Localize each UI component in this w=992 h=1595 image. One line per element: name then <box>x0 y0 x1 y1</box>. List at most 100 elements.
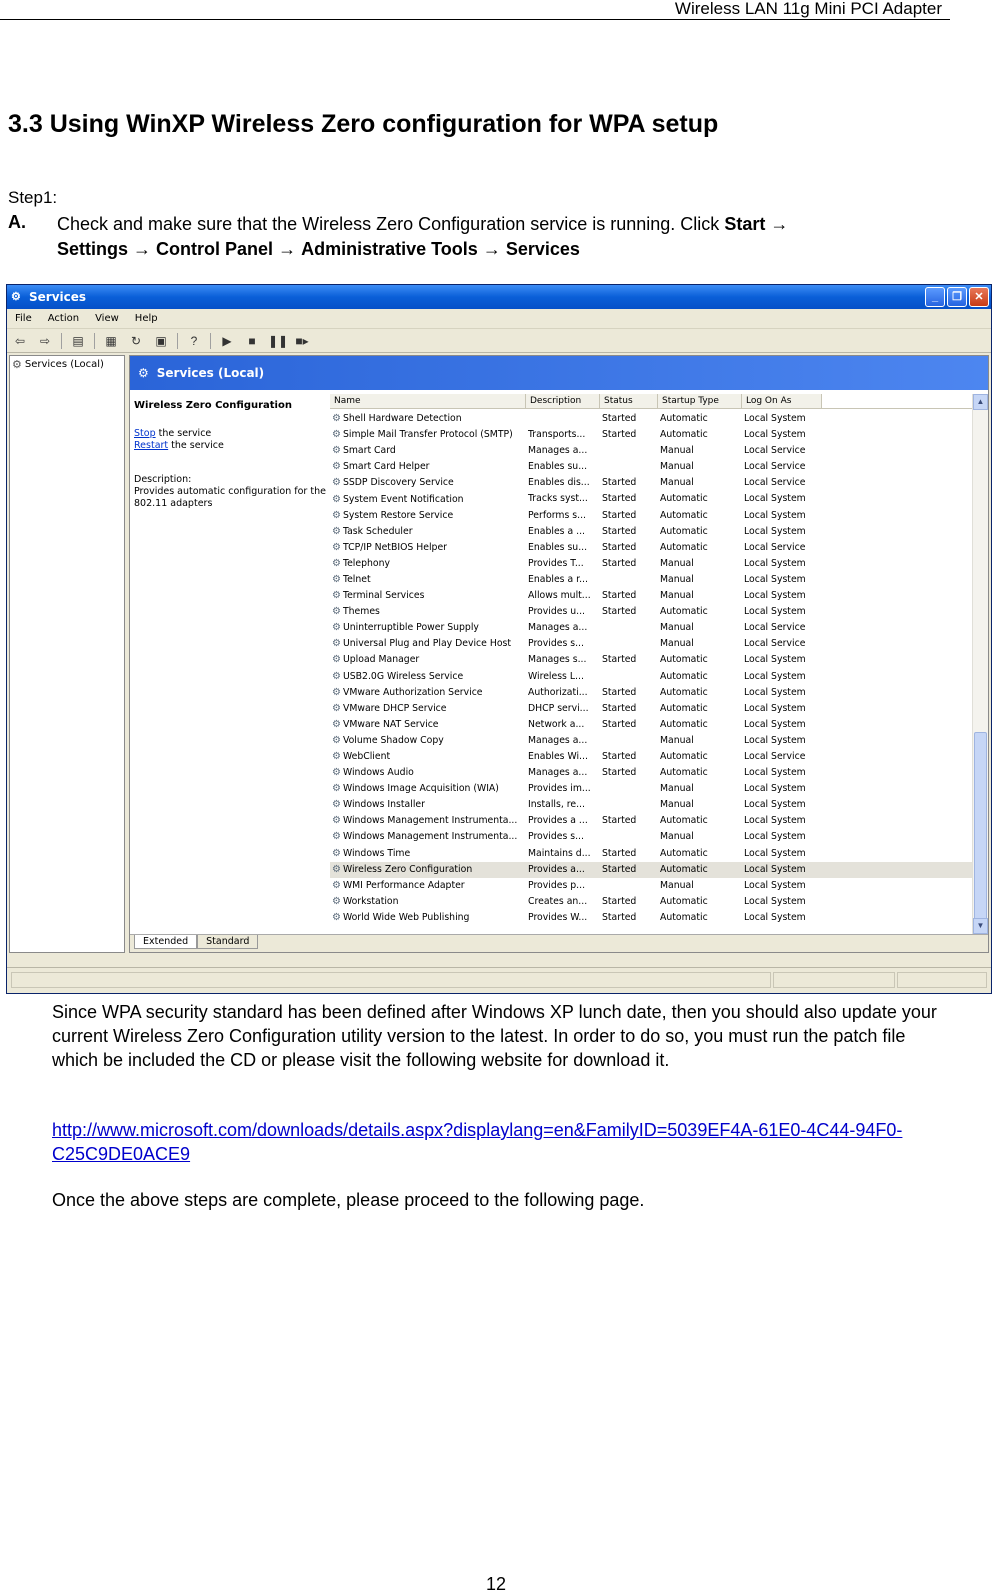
window-title: Services <box>29 290 87 304</box>
service-row[interactable]: ⚙ Windows Installer Installs, re... Manual L… <box>330 797 972 813</box>
service-name-cell: ⚙ Smart Card <box>330 443 526 459</box>
show-hide-tree-icon[interactable]: ▤ <box>69 332 87 350</box>
menu-view[interactable]: View <box>95 313 119 324</box>
menu-file[interactable]: File <box>15 313 32 324</box>
service-description-cell: Enables a ... <box>528 525 585 537</box>
service-row[interactable]: ⚙ World Wide Web Publishing Provides W... S… <box>330 910 972 926</box>
service-name-cell: ⚙ Wireless Zero Configuration <box>330 862 526 878</box>
column-log-on-as[interactable]: Log On As <box>742 394 822 408</box>
service-gear-icon: ⚙ <box>332 590 341 602</box>
pause-service-icon[interactable]: ❚❚ <box>268 332 288 350</box>
service-row[interactable]: ⚙ Shell Hardware Detection Started Automati… <box>330 411 972 427</box>
service-row[interactable]: ⚙ TCP/IP NetBIOS Helper Enables su... Start… <box>330 540 972 556</box>
service-row[interactable]: ⚙ Uninterruptible Power Supply Manages a..… <box>330 620 972 636</box>
start-service-icon[interactable]: ▶ <box>218 332 236 350</box>
toolbar-separator <box>61 332 62 349</box>
service-name-cell: ⚙ Uninterruptible Power Supply <box>330 620 526 636</box>
tab-extended[interactable]: Extended <box>134 935 198 949</box>
service-name-cell: ⚙ System Event Notification <box>330 491 526 507</box>
service-row[interactable]: ⚙ USB2.0G Wireless Service Wireless L... Au… <box>330 669 972 685</box>
minimize-button[interactable]: _ <box>925 287 945 307</box>
service-logon-cell: Local Service <box>744 638 806 650</box>
service-row[interactable]: ⚙ Task Scheduler Enables a ... Started Autom… <box>330 524 972 540</box>
service-startup-cell: Automatic <box>660 911 708 923</box>
menu-help[interactable]: Help <box>135 313 158 324</box>
service-status-cell: Started <box>602 493 637 505</box>
scroll-thumb[interactable] <box>974 732 987 922</box>
export-list-icon[interactable]: ▣ <box>152 332 170 350</box>
forward-icon[interactable]: ⇨ <box>36 332 54 350</box>
restore-button[interactable]: ❐ <box>947 287 967 307</box>
service-name-cell: ⚙ Terminal Services <box>330 588 526 604</box>
column-status[interactable]: Status <box>600 394 658 408</box>
help-icon[interactable]: ? <box>185 332 203 350</box>
vertical-scrollbar[interactable]: ▲ ▼ <box>972 394 988 934</box>
service-row[interactable]: ⚙ Smart Card Manages a... Manual Local Servi… <box>330 443 972 459</box>
tab-standard[interactable]: Standard <box>197 935 259 949</box>
service-row[interactable]: ⚙ VMware Authorization Service Authorizati… <box>330 685 972 701</box>
service-row[interactable]: ⚙ VMware DHCP Service DHCP servi... Started… <box>330 701 972 717</box>
restart-line: Restart the service <box>134 440 224 451</box>
service-name-cell: ⚙ SSDP Discovery Service <box>330 475 526 491</box>
service-startup-cell: Manual <box>660 879 694 891</box>
page-header: Wireless LAN 11g Mini PCI Adapter <box>0 0 950 20</box>
service-row[interactable]: ⚙ Windows Time Maintains d... Started Automa… <box>330 846 972 862</box>
service-logon-cell: Local System <box>744 413 806 424</box>
body-paragraph-2: Once the above steps are complete, pleas… <box>52 1190 645 1210</box>
service-row[interactable]: ⚙ Windows Management Instrumenta... Provid… <box>330 829 972 845</box>
stop-service-icon[interactable]: ■ <box>243 332 261 350</box>
status-segment <box>897 972 987 988</box>
service-row[interactable]: ⚙ Simple Mail Transfer Protocol (SMTP) Tra… <box>330 427 972 443</box>
close-button[interactable]: ✕ <box>969 287 989 307</box>
service-row[interactable]: ⚙ Volume Shadow Copy Manages a... Manual Loc… <box>330 733 972 749</box>
service-gear-icon: ⚙ <box>332 654 341 666</box>
service-row[interactable]: ⚙ Windows Management Instrumenta... Provid… <box>330 813 972 829</box>
service-logon-cell: Local System <box>744 590 806 602</box>
step-a-letter: A. <box>8 212 26 232</box>
service-row[interactable]: ⚙ Themes Provides u... Started Automatic Loca… <box>330 604 972 620</box>
restart-service-icon[interactable]: ■▸ <box>293 332 311 350</box>
back-icon[interactable]: ⇦ <box>11 332 29 350</box>
service-row[interactable]: ⚙ SSDP Discovery Service Enables dis... Sta… <box>330 475 972 491</box>
column-description[interactable]: Description <box>526 394 600 408</box>
service-startup-cell: Automatic <box>660 670 708 682</box>
service-status-cell: Started <box>602 750 637 762</box>
service-row[interactable]: ⚙ System Event Notification Tracks syst...… <box>330 491 972 507</box>
service-gear-icon: ⚙ <box>332 573 341 585</box>
path-control-panel: Control Panel <box>156 239 274 259</box>
service-row[interactable]: ⚙ Universal Plug and Play Device Host Prov… <box>330 636 972 652</box>
service-gear-icon: ⚙ <box>332 847 341 859</box>
service-row[interactable]: ⚙ Wireless Zero Configuration Provides a..… <box>330 861 972 878</box>
service-row[interactable]: ⚙ Windows Image Acquisition (WIA) Provides… <box>330 781 972 797</box>
service-description-cell: Authorizati... <box>528 686 588 698</box>
step-label: Step1: <box>8 188 58 207</box>
refresh-icon[interactable]: ↻ <box>127 332 145 350</box>
service-row[interactable]: ⚙ WebClient Enables Wi... Started Automatic L… <box>330 749 972 765</box>
service-row[interactable]: ⚙ Upload Manager Manages s... Started Automa… <box>330 652 972 668</box>
restart-service-link[interactable]: Restart <box>134 440 168 451</box>
column-startup-type[interactable]: Startup Type <box>658 394 742 408</box>
service-status-cell: Started <box>602 557 637 569</box>
service-row[interactable]: ⚙ Workstation Creates an... Started Automati… <box>330 894 972 910</box>
service-row[interactable]: ⚙ VMware NAT Service Network a... Started Au… <box>330 717 972 733</box>
service-startup-cell: Automatic <box>660 702 708 714</box>
stop-service-link[interactable]: Stop <box>134 428 156 439</box>
service-gear-icon: ⚙ <box>332 461 341 473</box>
service-row[interactable]: ⚙ Terminal Services Allows mult... Started M… <box>330 588 972 604</box>
menu-action[interactable]: Action <box>48 313 79 324</box>
service-row[interactable]: ⚙ Telephony Provides T... Started Manual Loca… <box>330 556 972 572</box>
service-row[interactable]: ⚙ Smart Card Helper Enables su... Manual Loc… <box>330 459 972 475</box>
service-row[interactable]: ⚙ Windows Audio Manages a... Started Automat… <box>330 765 972 781</box>
scroll-down-icon[interactable]: ▼ <box>973 918 988 934</box>
tree-node-services-local[interactable]: ⚙ Services (Local) <box>12 358 122 371</box>
service-description-cell: Provides s... <box>528 831 584 843</box>
service-row[interactable]: ⚙ Telnet Enables a r... Manual Local System <box>330 572 972 588</box>
service-row[interactable]: ⚙ System Restore Service Performs s... Star… <box>330 508 972 524</box>
column-name[interactable]: Name <box>330 394 526 408</box>
window-titlebar[interactable]: ⚙ Services _ ❐ ✕ <box>7 285 991 309</box>
download-link[interactable]: http://www.microsoft.com/downloads/detai… <box>52 1120 902 1164</box>
service-row[interactable]: ⚙ WMI Performance Adapter Provides p... Man… <box>330 878 972 894</box>
properties-icon[interactable]: ▦ <box>102 332 120 350</box>
service-logon-cell: Local System <box>744 702 806 714</box>
scroll-up-icon[interactable]: ▲ <box>973 394 988 410</box>
